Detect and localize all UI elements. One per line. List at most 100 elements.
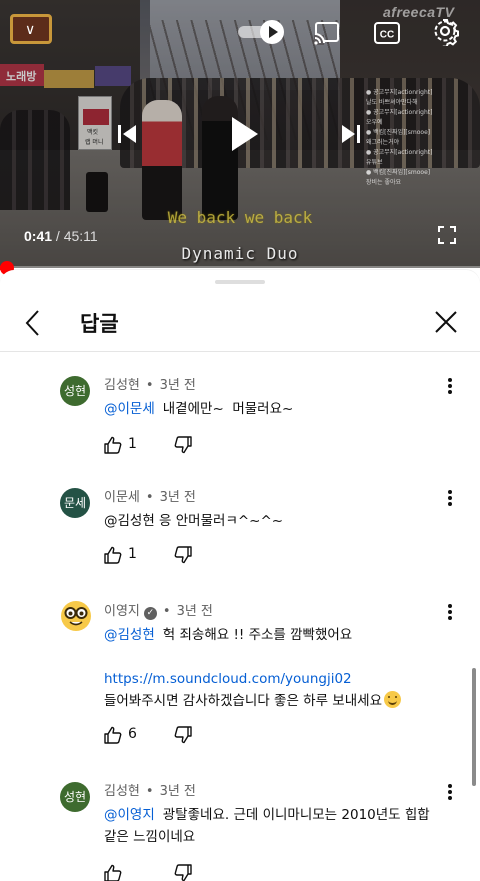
chat-line: 날도 바쁘셔야만다해 bbox=[366, 99, 418, 106]
thumbs-down-icon[interactable] bbox=[174, 436, 192, 454]
sheet-title: 답글 bbox=[80, 312, 119, 336]
reply-text-2: 같은 느낌이네요 bbox=[104, 829, 196, 845]
reply-line-1: @김성현 헉 죄송해요 !! 주소를 깜빡했어요 bbox=[104, 624, 444, 646]
chat-line: 왜그러는거야 bbox=[366, 139, 400, 146]
cast-icon[interactable] bbox=[312, 18, 342, 48]
play-icon[interactable] bbox=[226, 114, 262, 154]
verified-check-icon: ✓ bbox=[143, 607, 157, 620]
chat-line: ● 공고무지[actionright] bbox=[366, 89, 433, 96]
time-separator: / bbox=[52, 228, 64, 244]
chat-line: 장비는 좋아요 bbox=[366, 179, 402, 186]
nerd-face-icon[interactable] bbox=[60, 600, 92, 632]
reply-actions: 6 bbox=[104, 726, 224, 748]
sheet-header: 답글 bbox=[0, 294, 480, 352]
reply-actions: 1 bbox=[104, 546, 224, 568]
author-name[interactable]: 김성현 bbox=[104, 378, 140, 393]
chat-line: 오우예 bbox=[366, 119, 383, 126]
chat-line: ● 백킴[진짜임][smooe] bbox=[366, 169, 431, 176]
thumbs-up-icon[interactable] bbox=[104, 726, 122, 744]
chat-line: ● 공고무지[actionright] bbox=[366, 149, 433, 156]
meta-separator: • bbox=[145, 784, 154, 799]
svg-text:CC: CC bbox=[380, 30, 394, 41]
reply-meta: 김성현 • 3년 전 bbox=[104, 780, 196, 799]
thumbs-down-icon[interactable] bbox=[174, 546, 192, 564]
time-display: 0:41 / 45:11 bbox=[24, 228, 98, 244]
reply-text: 내곁에만~ 머물러요~ bbox=[162, 401, 294, 417]
fullscreen-icon[interactable] bbox=[438, 226, 456, 244]
smiling-face-icon bbox=[384, 691, 401, 708]
like-count: 1 bbox=[128, 546, 137, 562]
author-name[interactable]: 김성현 bbox=[104, 784, 140, 799]
meta-separator: • bbox=[145, 490, 154, 505]
captions-icon[interactable]: CC bbox=[372, 18, 402, 48]
chat-line: ● 공고무지[actionright] bbox=[366, 109, 433, 116]
drag-handle[interactable] bbox=[215, 280, 265, 284]
reply-line-link: https://m.soundcloud.com/youngji02 bbox=[104, 668, 444, 690]
reply-actions bbox=[104, 864, 224, 881]
chat-line: ● 백킴[진짜임][smooe] bbox=[366, 129, 431, 136]
avatar-initials: 성현 bbox=[63, 384, 87, 398]
thumbs-down-icon[interactable] bbox=[174, 864, 192, 881]
thumbs-up-icon[interactable] bbox=[104, 864, 122, 881]
avatar[interactable]: 문세 bbox=[60, 488, 90, 518]
meta-separator: • bbox=[162, 604, 171, 619]
avatar-initials: 문세 bbox=[63, 496, 87, 510]
next-icon[interactable] bbox=[340, 122, 362, 146]
avatar[interactable]: 성현 bbox=[60, 782, 90, 812]
chat-overlay: ● 공고무지[actionright] 날도 바쁘셔야만다해 ● 공고무지[ac… bbox=[366, 88, 438, 188]
thumbs-up-icon[interactable] bbox=[104, 546, 122, 564]
app-root: 노래방 맥킷 랩 머니 ● 공고무지[actionright] 날도 바쁘셔야만… bbox=[0, 0, 480, 881]
reply-item: 문세 이문세 • 3년 전 @김성현 응 안머물러ㅋ^~^~ 1 bbox=[0, 486, 480, 576]
reply-meta: 김성현 • 3년 전 bbox=[104, 374, 196, 393]
more-vert-icon[interactable] bbox=[440, 376, 460, 396]
karaoke-lyric: We back we back bbox=[167, 208, 313, 227]
author-name[interactable]: 이문세 bbox=[104, 490, 140, 505]
reply-age: 3년 전 bbox=[159, 378, 196, 393]
meta-separator: • bbox=[145, 378, 154, 393]
reply-item: 성현 김성현 • 3년 전 @이문세 내곁에만~ 머물러요~ 1 bbox=[0, 374, 480, 464]
channel-logo-icon[interactable]: ∨ bbox=[10, 14, 52, 44]
close-icon[interactable] bbox=[432, 308, 460, 336]
thumbs-down-icon[interactable] bbox=[174, 726, 192, 744]
settings-gear-icon[interactable] bbox=[430, 16, 460, 46]
more-vert-icon[interactable] bbox=[440, 782, 460, 802]
mention-link[interactable]: @이영지 bbox=[104, 807, 155, 823]
mention-link[interactable]: @김성현 bbox=[104, 627, 155, 643]
reply-line-3: 들어봐주시면 감사하겠습니다 좋은 하루 보내세요 bbox=[104, 690, 444, 712]
reply-text: 헉 죄송해요 !! 주소를 깜빡했어요 bbox=[162, 627, 353, 643]
like-count: 1 bbox=[128, 436, 137, 452]
autoplay-knob bbox=[260, 20, 284, 44]
reply-meta: 이영지 ✓ • 3년 전 bbox=[104, 600, 213, 620]
reply-body: @이문세 내곁에만~ 머물러요~ bbox=[104, 398, 444, 420]
more-vert-icon[interactable] bbox=[440, 488, 460, 508]
reply-meta: 이문세 • 3년 전 bbox=[104, 486, 196, 505]
more-vert-icon[interactable] bbox=[440, 602, 460, 622]
author-name[interactable]: 이영지 bbox=[104, 604, 140, 619]
scrollbar-thumb[interactable] bbox=[472, 668, 476, 786]
avatar-initials: 성현 bbox=[63, 790, 87, 804]
autoplay-toggle-icon[interactable] bbox=[238, 20, 284, 44]
reply-age: 3년 전 bbox=[159, 784, 196, 799]
reply-age: 3년 전 bbox=[176, 604, 213, 619]
avatar[interactable]: 성현 bbox=[60, 376, 90, 406]
current-time: 0:41 bbox=[24, 228, 53, 244]
back-chevron-icon[interactable] bbox=[20, 308, 46, 338]
reply-text: @김성현 응 안머물러ㅋ^~^~ bbox=[104, 513, 284, 529]
soundcloud-link[interactable]: https://m.soundcloud.com/youngji02 bbox=[104, 671, 352, 687]
previous-icon[interactable] bbox=[116, 122, 138, 146]
chevron-down-icon: ∨ bbox=[25, 22, 36, 38]
reply-body: @이영지 광탈좋네요. 근데 이니마니모는 2010년도 힙합 같은 느낌이네요 bbox=[104, 804, 444, 848]
reply-body: @김성현 헉 죄송해요 !! 주소를 깜빡했어요 https://m.soundc… bbox=[104, 624, 444, 712]
reply-text-2: 들어봐주시면 감사하겠습니다 좋은 하루 보내세요 bbox=[104, 693, 382, 709]
chat-line: 유튜브 bbox=[366, 159, 383, 166]
reply-line-2: 같은 느낌이네요 bbox=[104, 826, 444, 848]
reply-item: 이영지 ✓ • 3년 전 @김성현 헉 죄송해요 !! 주소를 깜빡했어요 https:… bbox=[0, 600, 480, 760]
reply-actions: 1 bbox=[104, 436, 224, 458]
mention-link[interactable]: @이문세 bbox=[104, 401, 155, 417]
video-player[interactable]: 노래방 맥킷 랩 머니 ● 공고무지[actionright] 날도 바쁘셔야만… bbox=[0, 0, 480, 268]
replies-sheet: 답글 성현 김성현 • 3년 전 @이문세 내곁에만~ 머물러요~ 1 문세 이… bbox=[0, 270, 480, 881]
reply-age: 3년 전 bbox=[159, 490, 196, 505]
reply-text: 광탈좋네요. 근데 이니마니모는 2010년도 힙합 bbox=[162, 807, 430, 823]
thumbs-up-icon[interactable] bbox=[104, 436, 122, 454]
